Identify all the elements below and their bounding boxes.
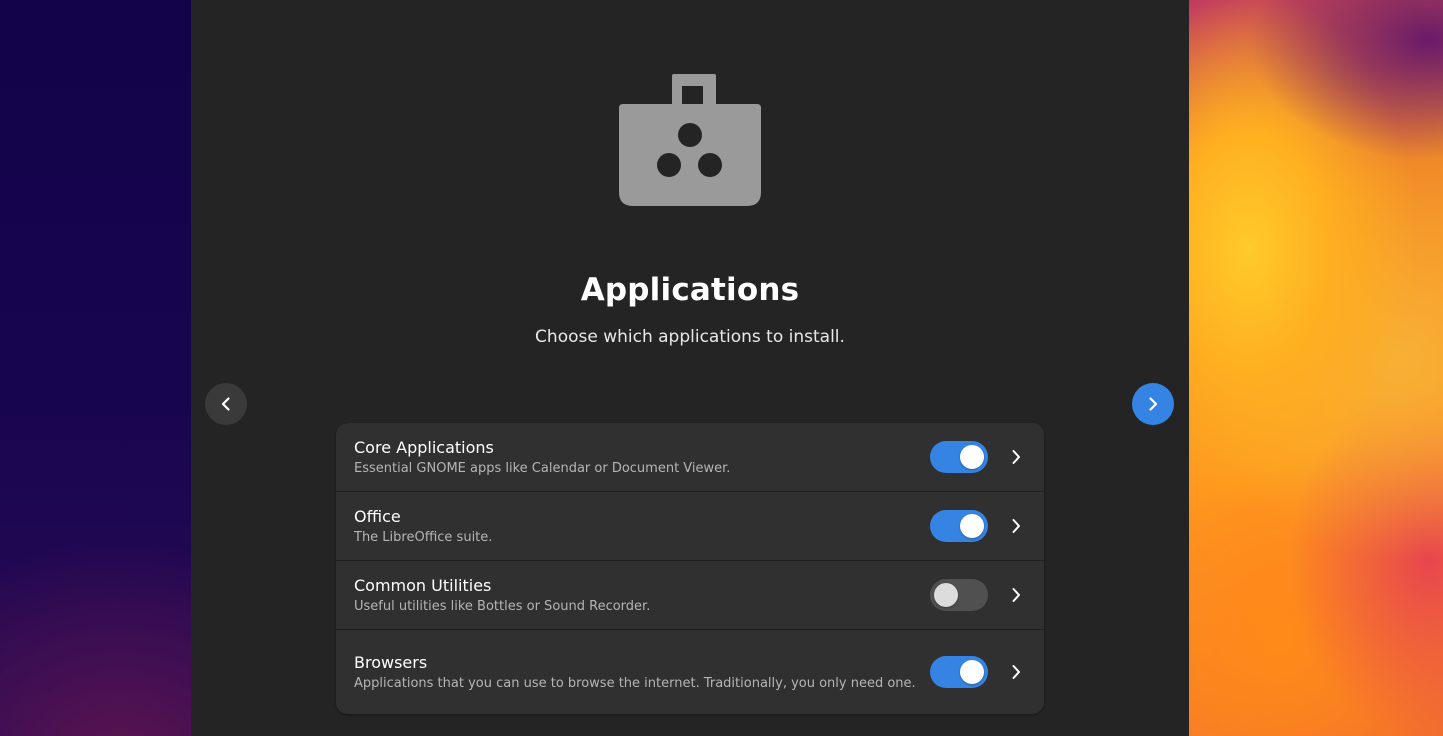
- wallpaper-left: [0, 0, 192, 736]
- software-bag-icon: [619, 74, 761, 206]
- core-applications-expand[interactable]: [988, 441, 1044, 473]
- toggle-knob: [960, 514, 984, 538]
- page-title: Applications: [580, 272, 800, 308]
- toggle-knob: [934, 583, 958, 607]
- row-description: Essential GNOME apps like Calendar or Do…: [354, 460, 731, 476]
- core-applications-toggle[interactable]: [930, 441, 988, 473]
- row-text: Common Utilities Useful utilities like B…: [336, 576, 930, 615]
- chevron-right-icon: [1012, 588, 1020, 602]
- page-subtitle: Choose which applications to install.: [535, 327, 845, 347]
- previous-button[interactable]: [205, 383, 247, 425]
- desktop: Applications Choose which applications t…: [0, 0, 1443, 736]
- toggle-knob: [960, 445, 984, 469]
- chevron-right-icon: [1149, 397, 1158, 411]
- row-description: The LibreOffice suite.: [354, 529, 493, 545]
- next-button[interactable]: [1132, 383, 1174, 425]
- chevron-right-icon: [1012, 519, 1020, 533]
- chevron-right-icon: [1012, 665, 1020, 679]
- row-description: Useful utilities like Bottles or Sound R…: [354, 598, 651, 614]
- row-title: Office: [354, 506, 401, 526]
- row-description: Applications that you can use to browse …: [354, 675, 916, 691]
- row-title: Browsers: [354, 652, 428, 672]
- list-item-browsers[interactable]: Browsers Applications that you can use t…: [336, 630, 1044, 714]
- list-item-common-utilities[interactable]: Common Utilities Useful utilities like B…: [336, 561, 1044, 630]
- common-utilities-toggle[interactable]: [930, 579, 988, 611]
- browsers-toggle[interactable]: [930, 656, 988, 688]
- chevron-right-icon: [1012, 450, 1020, 464]
- common-utilities-expand[interactable]: [988, 579, 1044, 611]
- row-title: Common Utilities: [354, 575, 492, 595]
- office-expand[interactable]: [988, 510, 1044, 542]
- row-text: Browsers Applications that you can use t…: [336, 653, 930, 692]
- row-text: Office The LibreOffice suite.: [336, 507, 930, 546]
- list-item-core-applications[interactable]: Core Applications Essential GNOME apps l…: [336, 423, 1044, 492]
- setup-window: Applications Choose which applications t…: [191, 0, 1189, 736]
- toggle-knob: [960, 660, 984, 684]
- browsers-expand[interactable]: [988, 656, 1044, 688]
- list-item-office[interactable]: Office The LibreOffice suite.: [336, 492, 1044, 561]
- row-text: Core Applications Essential GNOME apps l…: [336, 438, 930, 477]
- office-toggle[interactable]: [930, 510, 988, 542]
- wallpaper-right: [1189, 0, 1443, 736]
- chevron-left-icon: [221, 397, 230, 411]
- application-category-list: Core Applications Essential GNOME apps l…: [336, 423, 1044, 714]
- row-title: Core Applications: [354, 437, 494, 457]
